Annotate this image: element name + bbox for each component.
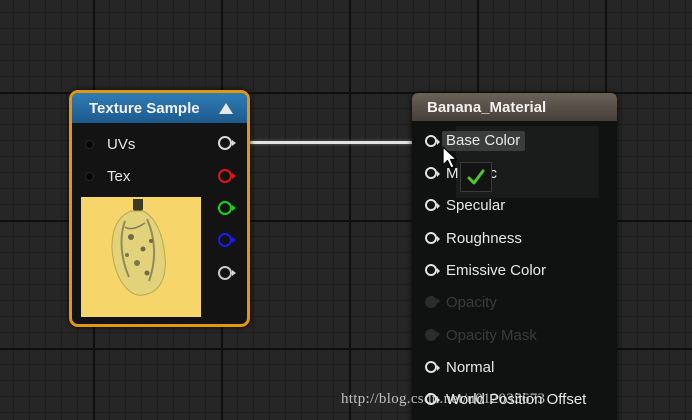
connection-wire[interactable] [236,141,432,144]
checkmark-icon [467,169,485,185]
pin-normal[interactable]: Normal [425,356,494,378]
input-pin-icon[interactable] [425,361,440,373]
pin-specular[interactable]: Specular [425,194,505,216]
pin-label: Specular [446,196,506,214]
texture-sample-node[interactable]: Texture Sample UVs Tex [69,90,250,327]
output-pin-a[interactable] [218,266,236,280]
pin-label: Tex [107,167,131,185]
pin-label: Normal [446,358,495,376]
output-pin-rgb[interactable] [218,136,236,150]
input-pin-tex[interactable]: Tex [85,166,130,186]
banana-texture-icon [81,197,201,317]
input-pin-icon[interactable] [425,199,440,211]
node-header[interactable]: Banana_Material [412,93,617,121]
mouse-cursor-icon [442,146,458,169]
output-pin-b[interactable] [218,233,236,247]
input-pin-icon[interactable] [425,264,440,276]
pin-opacity: Opacity [425,291,497,313]
collapse-icon[interactable] [219,102,233,114]
input-pin-icon [425,296,440,308]
input-pin-icon [425,329,440,341]
pin-base-color[interactable]: Base Color [425,130,526,152]
node-title: Banana_Material [427,98,547,116]
input-pin-icon[interactable] [85,139,94,149]
pin-label: Opacity Mask [446,326,537,344]
input-pin-uvs[interactable]: UVs [85,134,135,154]
pin-opacity-mask: Opacity Mask [425,324,537,346]
pin-roughness[interactable]: Roughness [425,227,522,249]
input-pin-icon[interactable] [425,135,440,147]
input-pin-icon[interactable] [425,167,440,179]
connection-accept-tooltip [460,162,492,192]
input-pin-icon[interactable] [425,232,440,244]
pin-emissive-color[interactable]: Emissive Color [425,259,546,281]
output-pin-r[interactable] [218,169,236,183]
node-header[interactable]: Texture Sample [72,93,247,123]
output-pin-g[interactable] [218,201,236,215]
watermark-text: http://blog.csdn.net/u012035673 [341,391,546,407]
pin-label: Opacity [446,293,497,311]
pin-label: Roughness [446,229,522,247]
pin-label: UVs [107,135,136,153]
node-title: Texture Sample [89,99,200,117]
texture-preview [81,197,201,317]
pin-label: Emissive Color [446,261,547,279]
input-pin-icon[interactable] [85,171,94,181]
